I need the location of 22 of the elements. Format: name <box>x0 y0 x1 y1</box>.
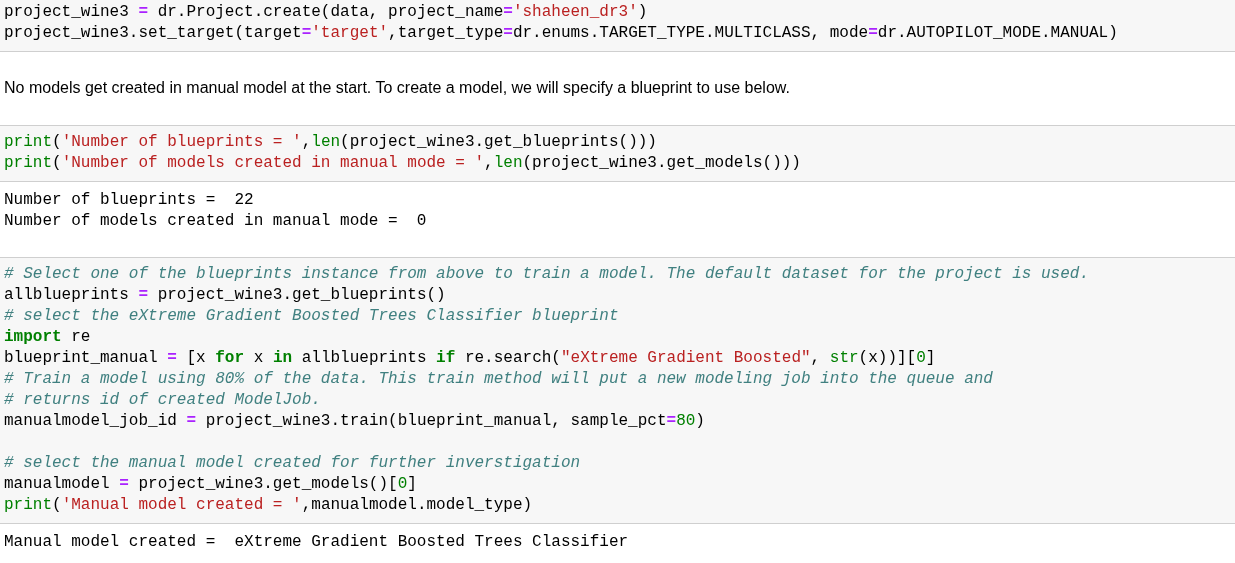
code-line: print('Number of models created in manual mode = ',len(project_wine3.get_models())) <box>4 153 801 174</box>
code-line: print('Number of blueprints = ',len(project_wine3.get_blueprints())) <box>4 132 657 153</box>
code-line: manualmodel = project_wine3.get_models()[0] <box>4 474 417 495</box>
output-line: Manual model created = eXtreme Gradient Boosted Trees Classifier <box>4 532 629 553</box>
code-cell[interactable] <box>0 257 1235 524</box>
code-line: print('Manual model created = ',manualmodel.model_type) <box>4 495 533 516</box>
code-line: project_wine3 = dr.Project.create(data, project_name='shaheen_dr3') <box>4 2 648 23</box>
markdown-text: No models get created in manual model at the start. To create a model, we will specify a blueprint to use below. <box>4 78 790 98</box>
code-line: # select the manual model created for further inverstigation <box>4 453 581 474</box>
output-line: Number of blueprints = 22 <box>4 190 254 211</box>
output-line: Number of models created in manual mode = 0 <box>4 211 427 232</box>
code-cell[interactable]: print('Number of blueprints = ',len(project_wine3.get_blueprints())) print('Number of models created in manual mode = ',len(project_wine3.get_models())) <box>0 125 1235 182</box>
code-line: # select the eXtreme Gradient Boosted Trees Classifier blueprint <box>4 306 619 327</box>
code-line: project_wine3.set_target(target='target',target_type=dr.enums.TARGET_TYPE.MULTICLASS, mode=dr.AUTOPILOT_MODE.MANUAL) <box>4 23 1118 44</box>
code-line: import re <box>4 327 91 348</box>
code-line: manualmodel_job_id = project_wine3.train(blueprint_manual, sample_pct=80) <box>4 411 705 432</box>
code-line: # returns id of created ModelJob. <box>4 390 321 411</box>
code-line: # Train a model using 80% of the data. This train method will put a new modeling job into the queue and <box>4 369 993 390</box>
code-line: blueprint_manual = [x for x in allblueprints if re.search("eXtreme Gradient Boosted", str(x))][0] <box>4 348 936 369</box>
code-line: allblueprints = project_wine3.get_blueprints() <box>4 285 446 306</box>
code-cell[interactable]: project_wine3 = dr.Project.create(data, project_name='shaheen_dr3') project_wine3.set_target(target='target',target_type=dr.enums.TARGET_TYPE.MULTICLASS, mode=dr.AUTOPILOT_MODE.MANUAL) <box>0 0 1235 52</box>
code-line: # Select one of the blueprints instance from above to train a model. The default dataset for the project is used. <box>4 264 1089 285</box>
